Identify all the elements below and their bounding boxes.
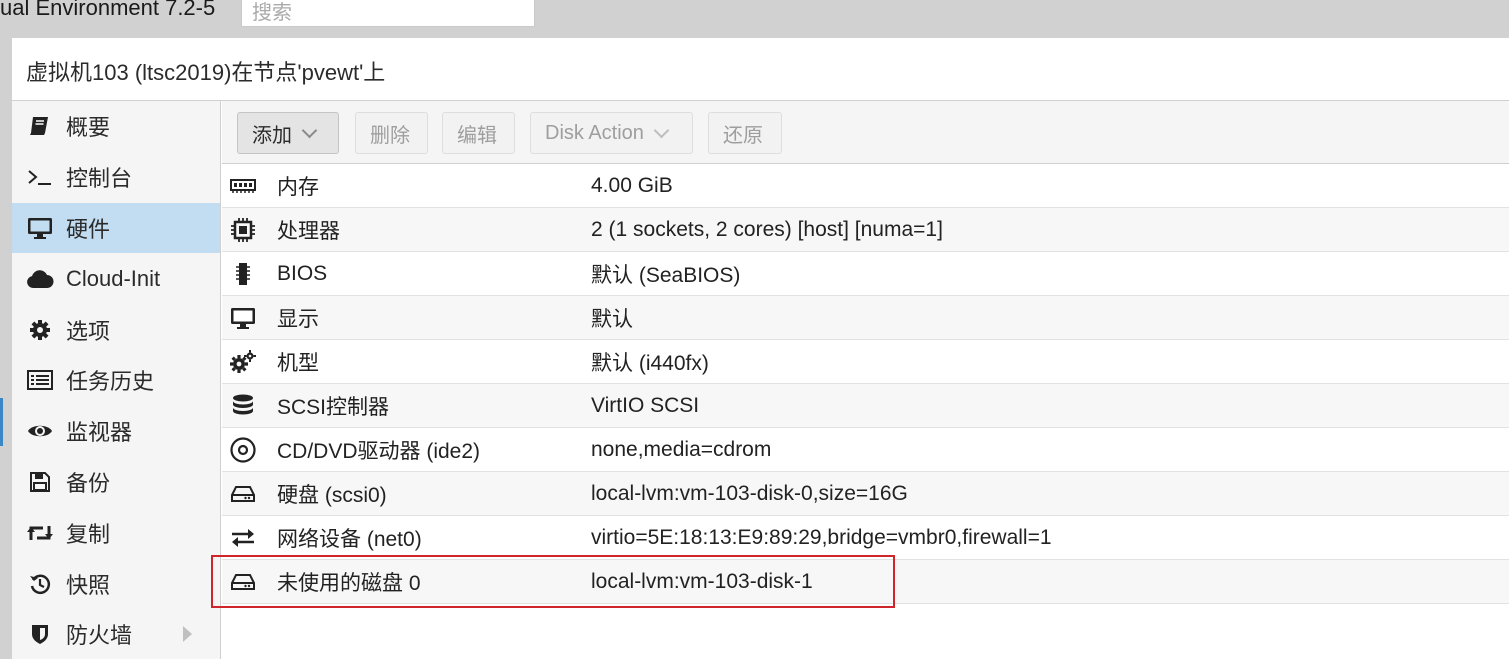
panel-header: 虚拟机103 (ltsc2019)在节点'pvewt'上 <box>12 38 1509 101</box>
row-name: 处理器 <box>277 219 340 243</box>
cogs-icon <box>230 350 256 374</box>
revert-button[interactable]: 还原 <box>708 112 782 154</box>
row-name: 显示 <box>277 307 319 331</box>
sidebar-item-console[interactable]: 控制台 <box>12 152 220 203</box>
disk-action-button[interactable]: Disk Action <box>530 112 693 154</box>
panel-title: 虚拟机103 (ltsc2019)在节点'pvewt'上 <box>26 60 386 85</box>
sidebar-item-cloud-init[interactable]: Cloud-Init <box>12 253 220 304</box>
sidebar-item-summary[interactable]: 概要 <box>12 101 220 152</box>
remove-button[interactable]: 删除 <box>355 112 428 154</box>
chevron-down-icon <box>301 122 318 138</box>
cdrom-icon <box>230 437 256 463</box>
database-icon <box>230 394 256 418</box>
hdd-icon <box>230 482 256 506</box>
sidebar-item-task-history[interactable]: 任务历史 <box>12 355 220 406</box>
eye-icon <box>26 422 54 440</box>
terminal-icon <box>26 167 54 187</box>
row-value: 默认 (i440fx) <box>591 351 709 375</box>
table-row[interactable]: SCSI控制器 VirtIO SCSI <box>222 384 1509 428</box>
row-value: 默认 (SeaBIOS) <box>591 263 741 287</box>
exchange-icon <box>230 526 256 550</box>
sidebar-item-monitor[interactable]: 监视器 <box>12 406 220 457</box>
monitor-icon <box>26 216 54 240</box>
sidebar-item-options[interactable]: 选项 <box>12 304 220 355</box>
row-name: 内存 <box>277 175 319 199</box>
hardware-content: 添加 删除 编辑 Disk Action 还原 内存 4.00 GiB 处理器 … <box>222 101 1509 659</box>
search-input[interactable] <box>242 0 534 26</box>
row-value: local-lvm:vm-103-disk-1 <box>591 569 813 593</box>
table-row[interactable]: 处理器 2 (1 sockets, 2 cores) [host] [numa=… <box>222 208 1509 252</box>
desktop-icon <box>230 306 256 330</box>
row-value: VirtIO SCSI <box>591 393 700 417</box>
table-row[interactable]: CD/DVD驱动器 (ide2) none,media=cdrom <box>222 428 1509 472</box>
row-value: 默认 <box>591 307 633 331</box>
sidebar-item-firewall[interactable]: 防火墙 <box>12 609 220 659</box>
history-icon <box>26 573 54 595</box>
vm-panel: 虚拟机103 (ltsc2019)在节点'pvewt'上 概要 控制台 硬件 C… <box>12 38 1509 659</box>
toolbar: 添加 删除 编辑 Disk Action 还原 <box>222 101 1509 164</box>
chevron-down-icon <box>653 122 670 138</box>
sidebar-item-backup[interactable]: 备份 <box>12 457 220 508</box>
search-box[interactable] <box>241 0 535 27</box>
hardware-grid: 内存 4.00 GiB 处理器 2 (1 sockets, 2 cores) [… <box>222 164 1509 604</box>
microchip-icon <box>230 262 256 286</box>
add-button[interactable]: 添加 <box>237 112 339 154</box>
sidebar-item-hardware[interactable]: 硬件 <box>12 202 220 254</box>
expand-arrow-icon[interactable] <box>183 625 192 642</box>
cpu-icon <box>230 218 256 242</box>
table-row[interactable]: 硬盘 (scsi0) local-lvm:vm-103-disk-0,size=… <box>222 472 1509 516</box>
row-value: 2 (1 sockets, 2 cores) [host] [numa=1] <box>591 217 943 241</box>
sidebar-item-snapshot[interactable]: 快照 <box>12 558 220 609</box>
floppy-icon <box>26 471 54 493</box>
row-value: none,media=cdrom <box>591 437 772 461</box>
sidebar-item-replication[interactable]: 复制 <box>12 507 220 558</box>
app-title: ual Environment 7.2-5 <box>0 0 216 20</box>
row-name: 机型 <box>277 351 319 375</box>
retweet-icon <box>26 523 54 543</box>
hdd-icon <box>230 570 256 594</box>
top-bar: ual Environment 7.2-5 <box>0 0 1509 38</box>
sidebar: 概要 控制台 硬件 Cloud-Init 选项 任务历史 监视器 备份 复制 快… <box>12 101 221 659</box>
edit-button[interactable]: 编辑 <box>442 112 515 154</box>
row-value: 4.00 GiB <box>591 173 673 197</box>
book-icon <box>26 115 54 137</box>
row-name: 未使用的磁盘 0 <box>277 571 421 595</box>
row-name: 硬盘 (scsi0) <box>277 483 387 507</box>
row-value: local-lvm:vm-103-disk-0,size=16G <box>591 481 908 505</box>
shield-icon <box>26 623 54 645</box>
table-row[interactable]: BIOS 默认 (SeaBIOS) <box>222 252 1509 296</box>
table-row[interactable]: 机型 默认 (i440fx) <box>222 340 1509 384</box>
resource-tree-edge <box>0 398 3 446</box>
table-row[interactable]: 内存 4.00 GiB <box>222 164 1509 208</box>
cloud-icon <box>26 269 54 289</box>
row-name: CD/DVD驱动器 (ide2) <box>277 439 481 463</box>
list-icon <box>26 370 54 391</box>
gear-icon <box>26 319 54 341</box>
row-name: BIOS <box>277 261 328 285</box>
table-row[interactable]: 网络设备 (net0) virtio=5E:18:13:E9:89:29,bri… <box>222 516 1509 560</box>
row-value: virtio=5E:18:13:E9:89:29,bridge=vmbr0,fi… <box>591 525 1052 549</box>
memory-icon <box>230 174 256 198</box>
table-row[interactable]: 未使用的磁盘 0 local-lvm:vm-103-disk-1 <box>222 560 1509 604</box>
table-row[interactable]: 显示 默认 <box>222 296 1509 340</box>
row-name: SCSI控制器 <box>277 395 390 419</box>
row-name: 网络设备 (net0) <box>277 527 422 551</box>
